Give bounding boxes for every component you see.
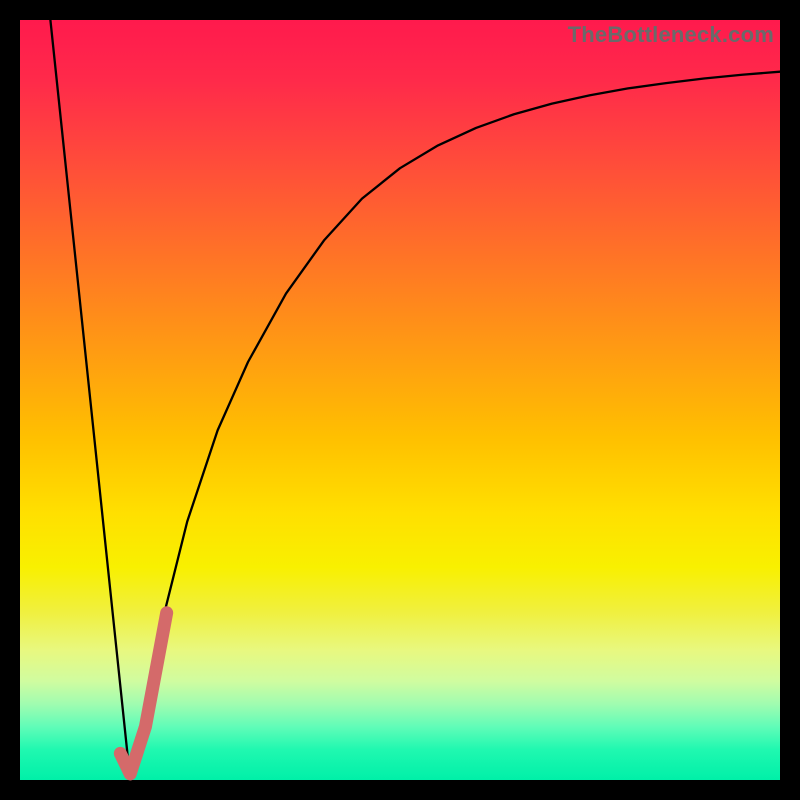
chart-frame: TheBottleneck.com xyxy=(0,0,800,800)
series-left-line xyxy=(50,20,130,780)
plot-area: TheBottleneck.com xyxy=(20,20,780,780)
chart-svg xyxy=(20,20,780,780)
series-right-curve xyxy=(130,72,780,780)
